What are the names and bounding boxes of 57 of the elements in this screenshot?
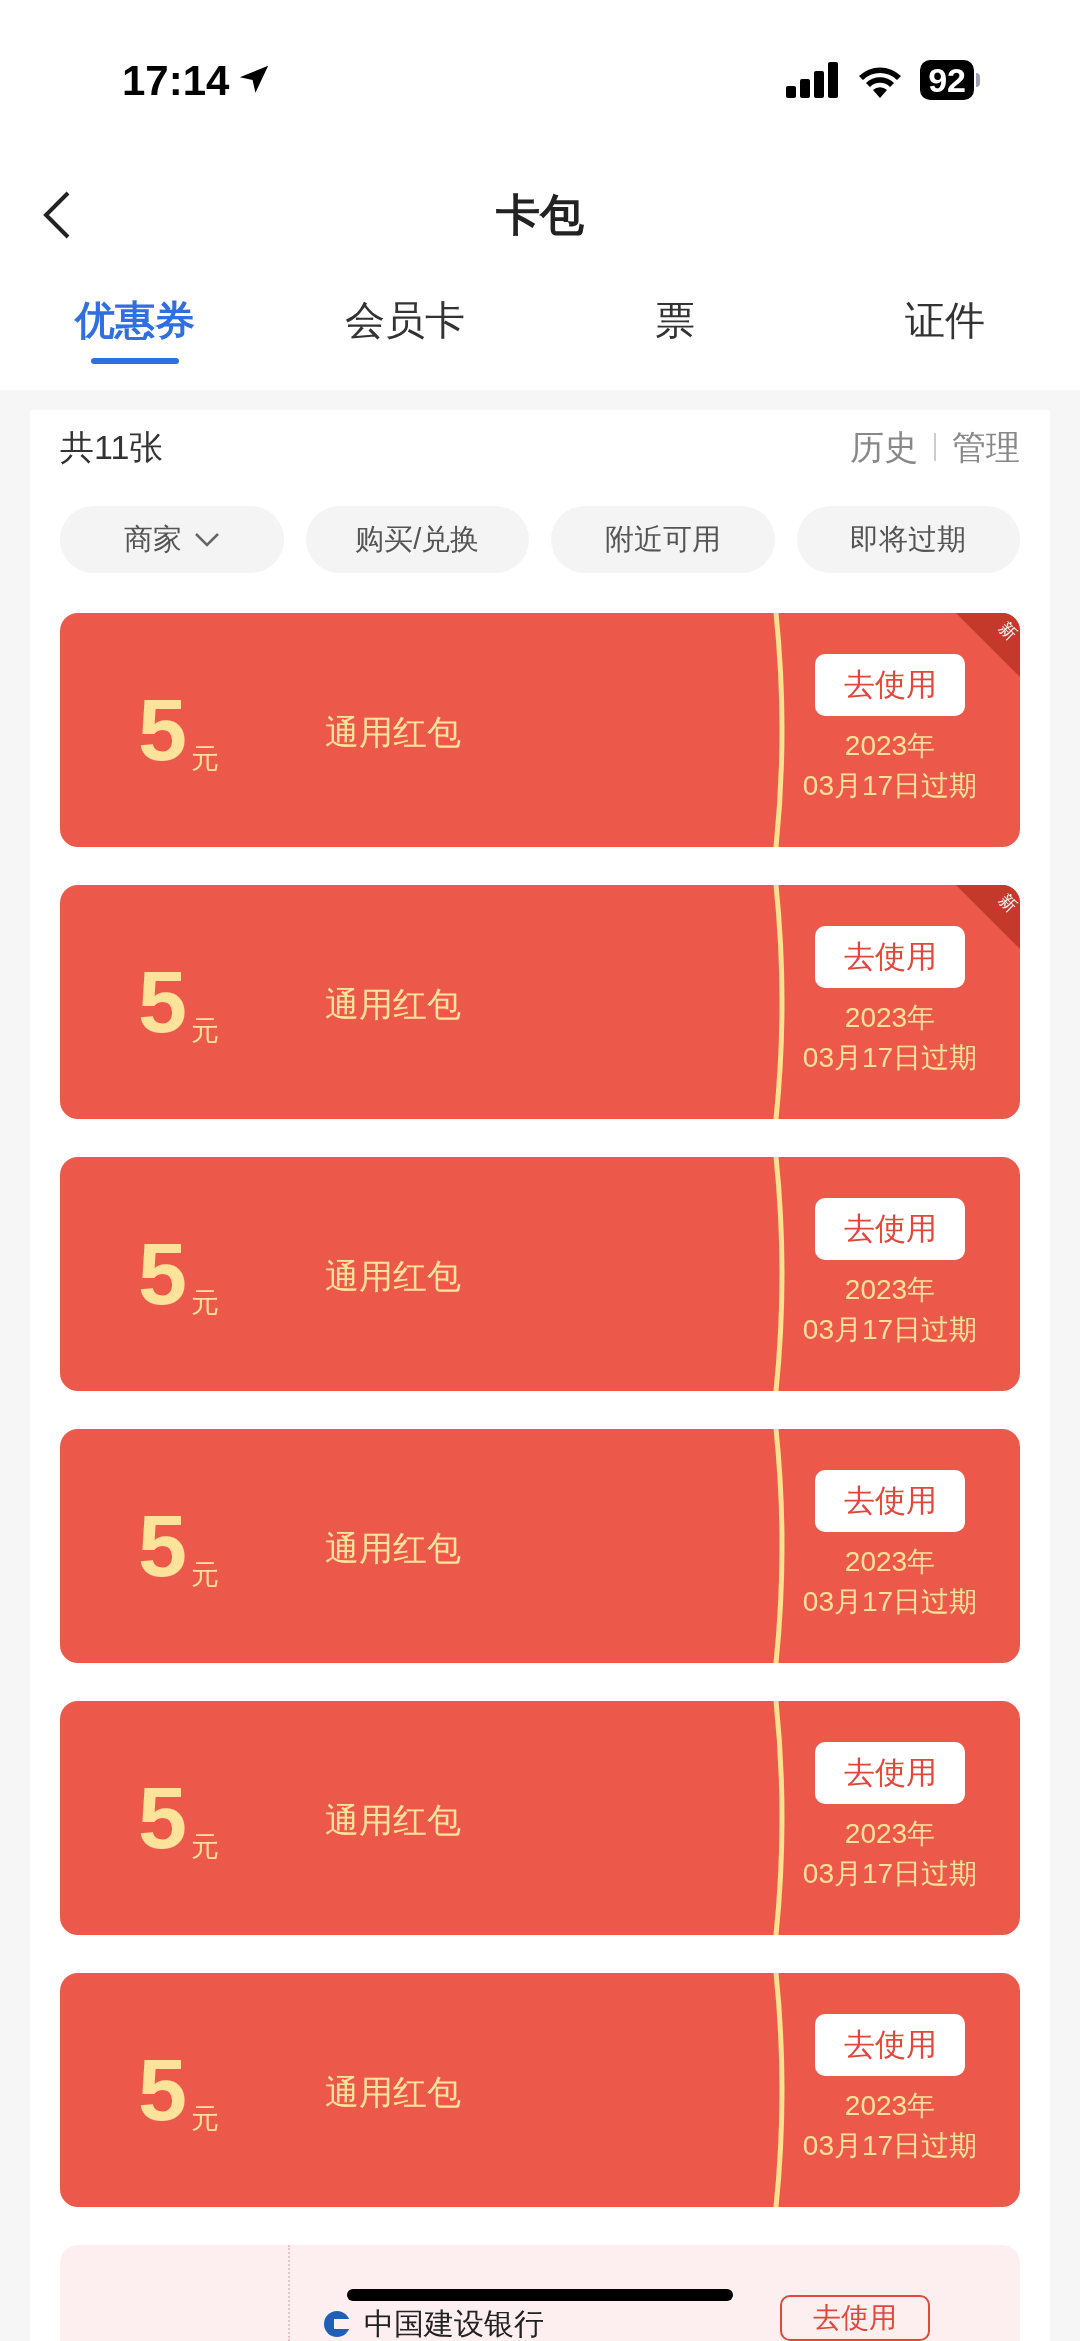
currency-unit: 元 — [190, 2102, 219, 2136]
coupon-name: 通用红包 — [325, 1255, 462, 1297]
expiry-year: 2023年 — [844, 1273, 936, 1307]
expiry-year: 2023年 — [844, 729, 936, 763]
expiry-date: 03月17日过期 — [802, 769, 978, 803]
battery-tip — [976, 73, 980, 87]
coupon-amount: 5 — [138, 686, 187, 774]
filter-chip[interactable]: 附近可用 — [551, 506, 775, 573]
signal-icon — [786, 62, 841, 98]
back-icon[interactable] — [42, 190, 72, 240]
filter-chip[interactable]: 购买/兑换 — [305, 506, 529, 573]
header-link[interactable]: 历史 — [850, 421, 918, 473]
header-link[interactable]: 管理 — [952, 421, 1020, 473]
tab[interactable]: 会员卡 — [270, 280, 540, 360]
expiry-date: 03月17日过期 — [802, 1041, 978, 1075]
coupon-name: 通用红包 — [325, 1527, 462, 1569]
coupon-name: 通用红包 — [325, 2071, 462, 2113]
coupon-amount: 5 — [138, 1502, 187, 1590]
use-button[interactable]: 去使用 — [815, 1470, 965, 1532]
expiry-year: 2023年 — [844, 2089, 936, 2123]
coupon-name: 通用红包 — [325, 711, 462, 753]
expiry-date: 03月17日过期 — [802, 1585, 978, 1619]
currency-unit: 元 — [190, 1830, 219, 1864]
filter-chip[interactable]: 即将过期 — [796, 506, 1020, 573]
use-button[interactable]: 去使用 — [815, 926, 965, 988]
tab[interactable]: 优惠券 — [0, 280, 270, 360]
coupon-amount: 5 — [138, 1774, 187, 1862]
expiry-year: 2023年 — [844, 1817, 936, 1851]
new-corner-badge: 新 — [956, 613, 1020, 677]
coupon-amount: 5 — [138, 1230, 187, 1318]
use-button[interactable]: 去使用 — [780, 2295, 930, 2341]
use-button[interactable]: 去使用 — [815, 2014, 965, 2076]
currency-unit: 元 — [190, 742, 219, 776]
expiry-date: 03月17日过期 — [802, 2129, 978, 2163]
new-corner-badge: 新 — [956, 885, 1020, 949]
tab[interactable]: 证件 — [810, 280, 1080, 360]
coupon-name: 通用红包 — [325, 983, 462, 1025]
use-button[interactable]: 去使用 — [815, 1742, 965, 1804]
use-button[interactable]: 去使用 — [815, 1198, 965, 1260]
bank-name: 中国建设银行 — [364, 2307, 544, 2341]
currency-unit: 元 — [190, 1014, 219, 1048]
expiry-year: 2023年 — [844, 1545, 936, 1579]
coupon-name: 通用红包 — [325, 1799, 462, 1841]
coupon-count: 共11张 — [60, 426, 164, 468]
currency-unit: 元 — [190, 1558, 219, 1592]
tab[interactable]: 票 — [540, 280, 810, 360]
currency-unit: 元 — [190, 1286, 219, 1320]
page-title: 卡包 — [496, 189, 584, 241]
coupon-amount: 5 — [138, 958, 187, 1046]
battery-level: 92 — [920, 60, 974, 100]
expiry-year: 2023年 — [844, 1001, 936, 1035]
status-time: 17:14 — [122, 55, 230, 106]
filter-chip[interactable]: 商家 — [60, 506, 284, 573]
coupon-amount: 5 — [138, 2046, 187, 2134]
use-button[interactable]: 去使用 — [815, 654, 965, 716]
expiry-date: 03月17日过期 — [802, 1857, 978, 1891]
expiry-date: 03月17日过期 — [802, 1313, 978, 1347]
